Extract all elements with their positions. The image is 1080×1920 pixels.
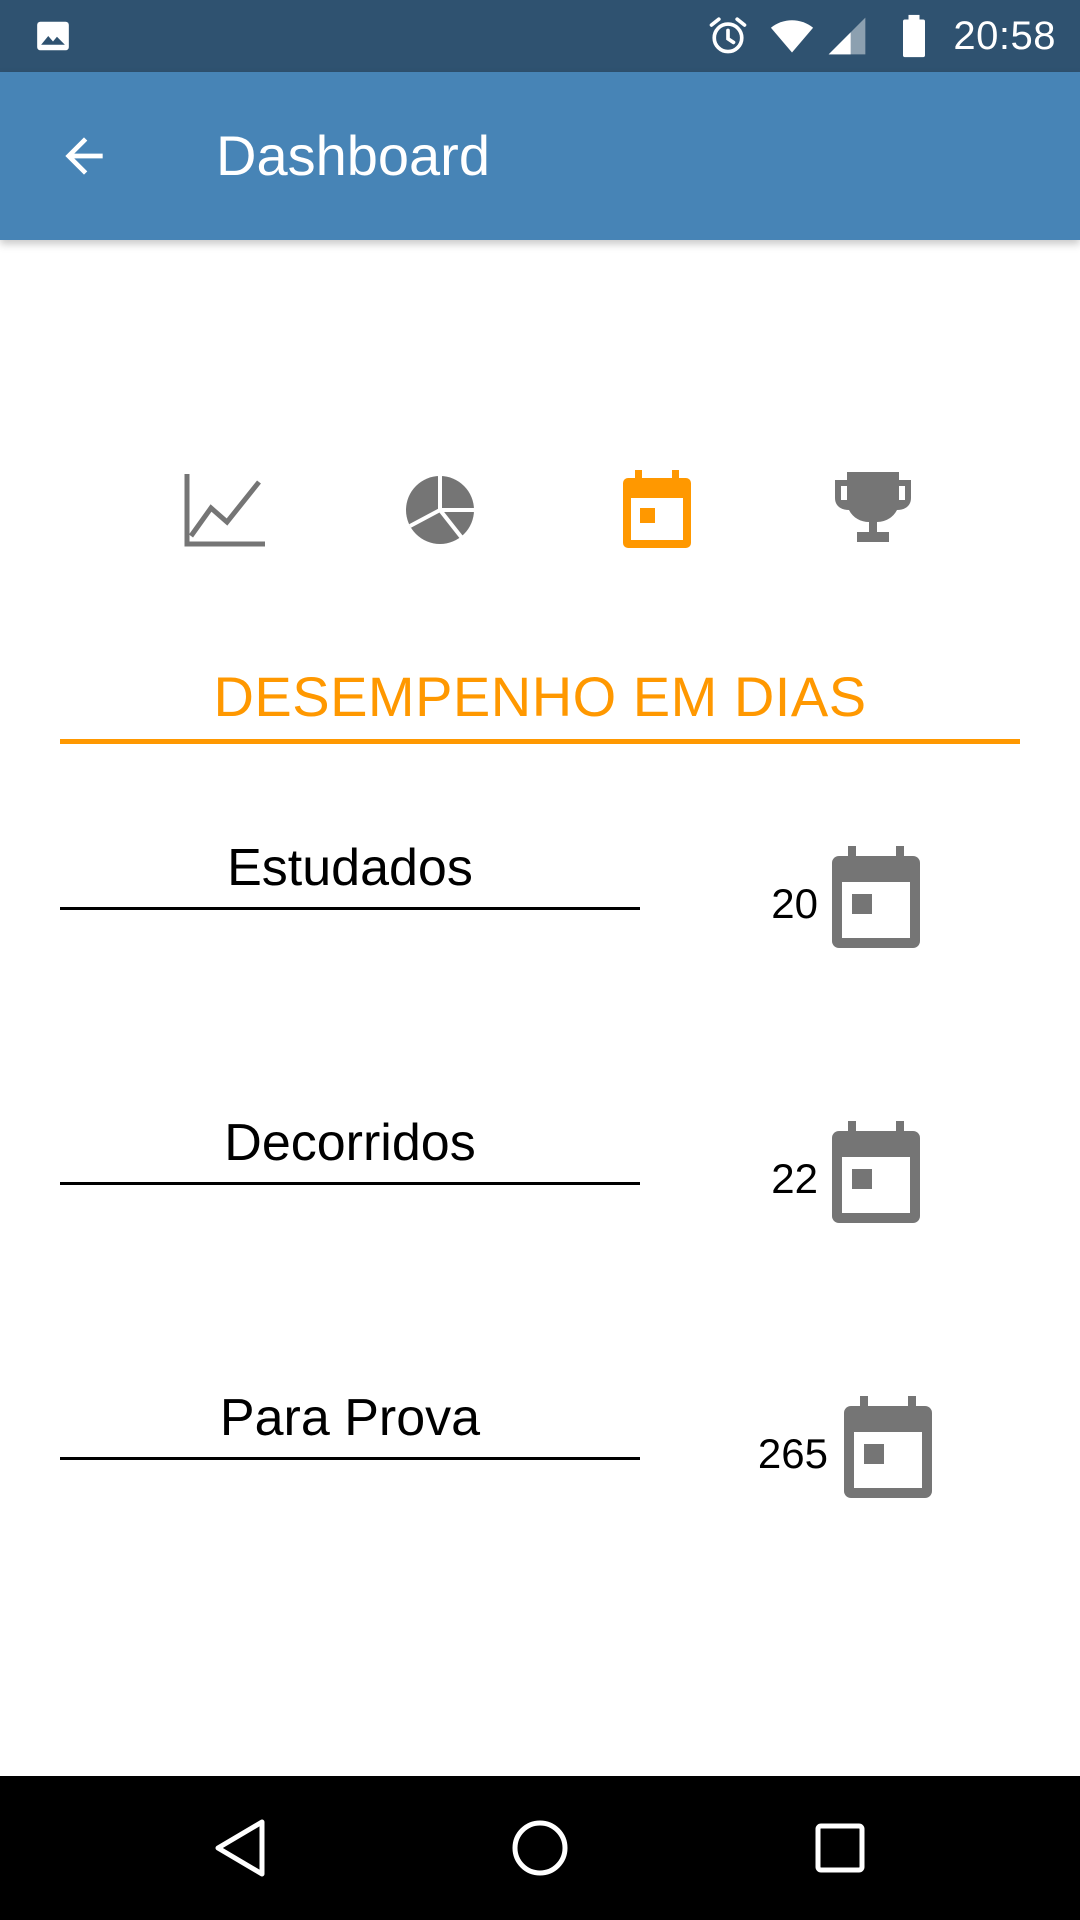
recents-nav-icon: [815, 1823, 865, 1873]
nav-home-button[interactable]: [490, 1798, 590, 1898]
gallery-icon: [37, 21, 69, 51]
calendar-icon: [832, 1121, 920, 1223]
stat-label: Estudados: [60, 838, 640, 910]
trophy-icon: [835, 472, 911, 542]
back-nav-icon: [215, 1819, 265, 1877]
screen: 20:58 Dashboard DESEMPENHO EM DIAS Estud…: [0, 0, 1080, 1920]
status-time: 20:58: [953, 13, 1056, 58]
pie-chart-icon: [406, 474, 476, 544]
section-divider: [60, 739, 1020, 744]
arrow-back-icon: [65, 137, 103, 175]
calendar-icon: [832, 846, 920, 948]
line-chart-icon: [184, 474, 265, 547]
back-button[interactable]: [44, 116, 124, 196]
stat-label: Para Prova: [60, 1388, 640, 1460]
page-title: Dashboard: [216, 124, 490, 187]
tab-line-chart[interactable]: [175, 460, 275, 560]
signal-icon: [829, 17, 866, 55]
tab-pie-chart[interactable]: [390, 460, 490, 560]
stat-row-para-prova: Para Prova 265: [0, 1388, 1080, 1508]
nav-back-button[interactable]: [190, 1798, 290, 1898]
stat-label: Decorridos: [60, 1113, 640, 1185]
stat-value: 20: [771, 880, 818, 927]
stat-row-estudados: Estudados 20: [0, 838, 1080, 958]
stat-value: 22: [771, 1155, 818, 1202]
tab-trophy[interactable]: [823, 460, 923, 560]
stat-value: 265: [757, 1430, 828, 1477]
tab-calendar[interactable]: [607, 460, 707, 560]
section-title: DESEMPENHO EM DIAS: [213, 665, 867, 728]
app-bar: Dashboard: [0, 72, 1080, 240]
calendar-icon: [623, 470, 691, 548]
battery-icon: [903, 14, 926, 58]
calendar-icon: [844, 1396, 932, 1498]
dashboard-tabs: [0, 460, 1080, 560]
status-bar: 20:58: [0, 0, 1080, 72]
alarm-icon: [710, 17, 747, 54]
navigation-bar: [0, 1776, 1080, 1920]
stat-row-decorridos: Decorridos 22: [0, 1113, 1080, 1233]
wifi-icon: [771, 20, 814, 53]
nav-recents-button[interactable]: [790, 1798, 890, 1898]
home-nav-icon: [512, 1820, 568, 1876]
status-icons: 20:58: [705, 0, 1080, 72]
